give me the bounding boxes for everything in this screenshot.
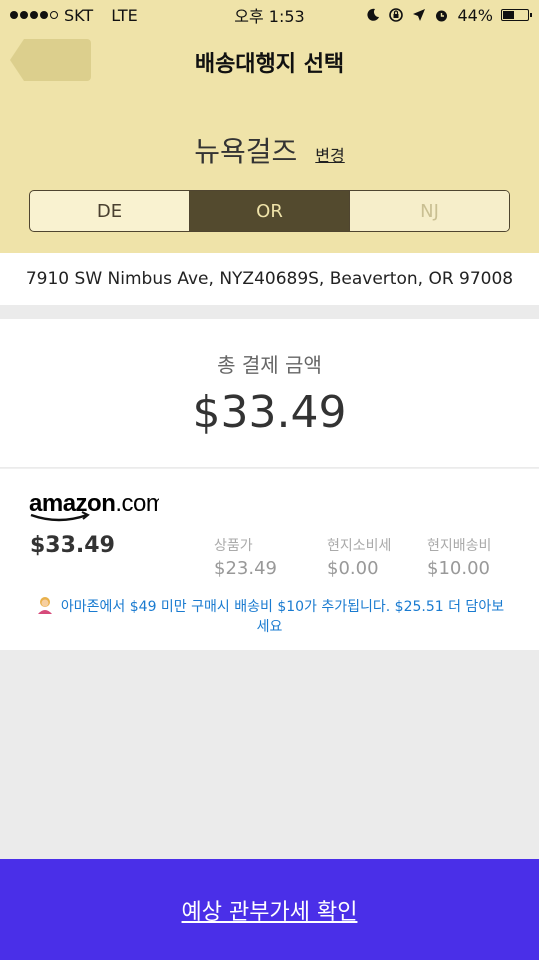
amazon-logo-rest: .com [115, 491, 159, 517]
moon-icon [367, 8, 380, 21]
store-selector: 뉴욕걸즈 변경 [0, 130, 539, 170]
fee-label: 현지배송비 [427, 538, 492, 554]
total-payment-amount: $33.49 [192, 387, 347, 438]
check-customs-button[interactable]: 예상 관부가세 확인 [0, 859, 539, 960]
fee-label: 상품가 [214, 538, 253, 554]
network-label: LTE [111, 5, 138, 25]
header: 배송대행지 선택 뉴욕걸즈 변경 DE OR NJ [0, 30, 539, 253]
fee-local-shipping: 현지배송비 $10.00 [427, 535, 491, 579]
battery-percent: 44% [457, 5, 493, 25]
total-payment-label: 총 결제 금액 [217, 353, 322, 377]
svg-text:amazon.com: amazon.com [29, 491, 159, 517]
status-bar: SKT LTE 오후 1:53 44% [0, 0, 539, 30]
tab-nj[interactable]: NJ [349, 191, 509, 231]
fee-value: $10.00 [427, 558, 490, 579]
amazon-logo: amazon.com [29, 491, 159, 522]
check-customs-label: 예상 관부가세 확인 [181, 899, 358, 925]
merchant-order-card: amazon.com $33.49 상품가 $23.49 현지소비세 $0.00… [0, 468, 539, 650]
signal-strength-icon [10, 11, 58, 19]
location-arrow-icon [413, 9, 426, 21]
fee-value: $23.49 [214, 558, 277, 579]
fee-value: $0.00 [327, 558, 379, 579]
page-title: 배송대행지 선택 [194, 52, 345, 77]
person-emoji-icon [37, 597, 52, 614]
fee-item-price: 상품가 $23.49 [214, 535, 277, 579]
shipping-notice-text: 아마존에서 $49 미만 구매시 배송비 $10가 추가됩니다. $25.51 … [60, 599, 505, 635]
store-name: 뉴욕걸즈 [194, 135, 298, 168]
alarm-clock-icon [436, 10, 448, 21]
merchant-subtotal: $33.49 [30, 533, 115, 558]
fee-local-tax: 현지소비세 $0.00 [327, 535, 391, 579]
fee-label: 현지소비세 [327, 538, 392, 554]
tab-de[interactable]: DE [30, 191, 189, 231]
change-store-link[interactable]: 변경 [315, 142, 344, 166]
tab-or[interactable]: OR [189, 191, 349, 231]
total-payment-card: 총 결제 금액 $33.49 [0, 319, 539, 467]
rotation-lock-icon [389, 8, 404, 22]
battery-icon [501, 9, 532, 21]
state-segmented-control: DE OR NJ [29, 190, 510, 232]
status-bar-left: SKT LTE [10, 6, 138, 25]
amazon-logo-bold: amazon [29, 491, 115, 517]
warehouse-address: 7910 SW Nimbus Ave, NYZ40689S, Beaverton… [0, 253, 539, 305]
status-bar-right: 44% [366, 5, 532, 25]
carrier-label: SKT [64, 5, 94, 25]
shipping-notice: 아마존에서 $49 미만 구매시 배송비 $10가 추가됩니다. $25.51 … [32, 595, 507, 637]
